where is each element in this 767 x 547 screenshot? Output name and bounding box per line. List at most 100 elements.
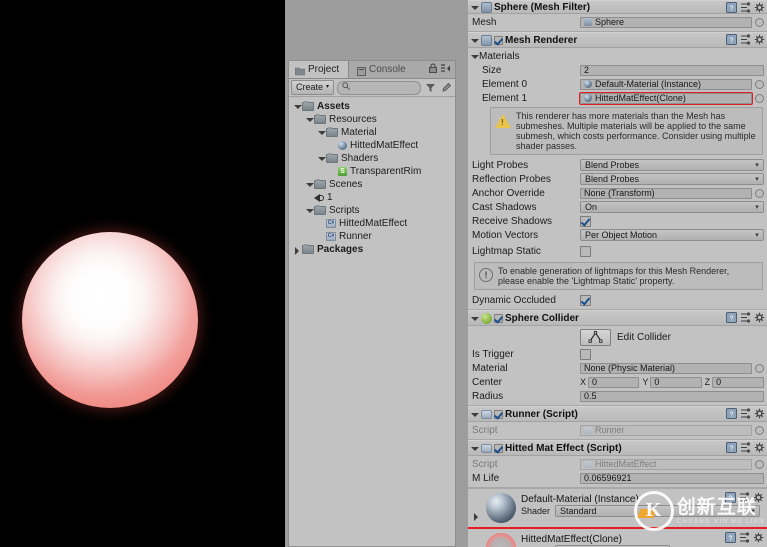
tree-item-material[interactable]: Material (289, 126, 455, 139)
anchor-override-picker-button[interactable] (755, 188, 764, 198)
help-icon[interactable]: ? (725, 532, 736, 543)
tree-item-shaders[interactable]: Shaders (289, 152, 455, 165)
element1-picker-button[interactable] (755, 93, 764, 103)
tree-item-packages[interactable]: Packages (289, 243, 455, 256)
sphere-collider-header[interactable]: Sphere Collider ? (468, 310, 767, 326)
m-life-input[interactable]: 0.06596921 (580, 472, 764, 484)
chevron-down-icon[interactable] (317, 152, 326, 165)
receive-shadows-checkbox[interactable] (580, 215, 591, 227)
size-input[interactable]: 2 (580, 64, 764, 76)
radius-input[interactable]: 0.5 (580, 390, 764, 402)
hitted-mat-effect-header[interactable]: Hitted Mat Effect (Script) ? (468, 440, 767, 456)
menu-icon[interactable] (441, 63, 452, 76)
runner-script-header[interactable]: Runner (Script) ? (468, 406, 767, 422)
mesh-renderer-enabled-checkbox[interactable] (494, 35, 503, 45)
help-icon[interactable]: ? (725, 492, 736, 503)
center-x-input[interactable]: 0 (588, 376, 640, 388)
anchor-override-object-field[interactable]: None (Transform) (580, 187, 752, 199)
chevron-down-icon[interactable] (470, 1, 479, 14)
center-y-input[interactable]: 0 (650, 376, 702, 388)
material-preview-hittedmateffect[interactable]: HittedMatEffect(Clone) Shader Effect/Tra… (468, 527, 767, 547)
physic-material-picker-button[interactable] (755, 363, 764, 373)
chevron-right-icon[interactable] (293, 243, 302, 256)
search-input[interactable] (353, 81, 416, 94)
settings-gear-icon[interactable] (754, 312, 765, 323)
settings-gear-icon[interactable] (754, 2, 765, 13)
row-edit-collider: Edit Collider (468, 327, 767, 347)
scene-view[interactable] (0, 0, 285, 547)
tree-item-hittedmateffect-material[interactable]: HittedMatEffect (289, 139, 455, 152)
hitted-mat-effect-enabled-checkbox[interactable] (494, 443, 503, 453)
preset-icon[interactable] (740, 408, 751, 419)
preset-icon[interactable] (739, 532, 750, 543)
preset-icon[interactable] (740, 442, 751, 453)
tree-item-scene-1[interactable]: 1 (289, 191, 455, 204)
tree-item-scripts[interactable]: Scripts (289, 204, 455, 217)
tree-item-assets[interactable]: Assets (289, 100, 455, 113)
help-icon[interactable]: ? (726, 34, 737, 45)
settings-gear-icon[interactable] (753, 532, 764, 543)
cast-shadows-dropdown[interactable]: On ▾ (580, 201, 764, 213)
mesh-filter-header[interactable]: Sphere (Mesh Filter) ? (468, 0, 767, 14)
settings-gear-icon[interactable] (753, 492, 764, 503)
help-icon[interactable]: ? (726, 442, 737, 453)
preset-icon[interactable] (739, 492, 750, 503)
material-preview-default[interactable]: Default-Material (Instance) Shader Stand… (468, 488, 767, 527)
element0-object-field[interactable]: Default-Material (Instance) (580, 78, 752, 90)
motion-vectors-dropdown[interactable]: Per Object Motion ▾ (580, 229, 764, 241)
mesh-picker-button[interactable] (755, 17, 764, 27)
preset-icon[interactable] (740, 34, 751, 45)
element1-object-field[interactable]: HittedMatEffect(Clone) (579, 91, 753, 105)
preset-icon[interactable] (740, 2, 751, 13)
chevron-down-icon[interactable] (305, 178, 314, 191)
chevron-down-icon[interactable] (470, 408, 479, 421)
physic-material-object-field[interactable]: None (Physic Material) (580, 362, 752, 374)
reflection-probes-dropdown[interactable]: Blend Probes ▾ (580, 173, 764, 185)
preset-icon[interactable] (740, 312, 751, 323)
tree-item-resources[interactable]: Resources (289, 113, 455, 126)
settings-gear-icon[interactable] (754, 442, 765, 453)
row-size: Size 2 (468, 63, 767, 77)
edit-collider-button[interactable] (580, 328, 611, 346)
chevron-down-icon[interactable] (317, 126, 326, 139)
sphere-collider-enabled-checkbox[interactable] (494, 313, 503, 323)
tab-console[interactable]: Console (351, 61, 413, 78)
help-icon[interactable]: ? (726, 2, 737, 13)
chevron-down-icon[interactable] (470, 442, 479, 455)
dynamic-occluded-checkbox[interactable] (580, 294, 591, 306)
tree-item-scenes[interactable]: Scenes (289, 178, 455, 191)
row-materials-foldout[interactable]: Materials (468, 49, 767, 63)
help-icon[interactable]: ? (726, 312, 737, 323)
element0-picker-button[interactable] (755, 79, 764, 89)
search-field[interactable] (337, 80, 421, 95)
chevron-down-icon[interactable] (470, 34, 479, 47)
chevron-down-icon[interactable] (293, 100, 302, 113)
lock-icon[interactable] (429, 63, 437, 76)
center-z-input[interactable]: 0 (712, 376, 764, 388)
tree-item-hittedmateffect-script[interactable]: C# HittedMatEffect (289, 217, 455, 230)
light-probes-dropdown[interactable]: Blend Probes ▾ (580, 159, 764, 171)
create-button[interactable]: Create ▾ (291, 80, 335, 95)
settings-gear-icon[interactable] (754, 34, 765, 45)
tab-project[interactable]: Project (289, 61, 349, 78)
runner-enabled-checkbox[interactable] (494, 409, 503, 419)
scene-sphere-object[interactable] (22, 232, 198, 408)
tree-item-runner-script[interactable]: C# Runner (289, 230, 455, 243)
chevron-right-icon[interactable] (472, 510, 481, 522)
is-trigger-checkbox[interactable] (580, 348, 591, 360)
chevron-down-icon[interactable] (305, 204, 314, 217)
tree-item-transparentrim-shader[interactable]: S TransparentRim (289, 165, 455, 178)
settings-gear-icon[interactable] (754, 408, 765, 419)
chevron-down-icon[interactable] (470, 312, 479, 325)
filter-by-type-icon[interactable] (424, 81, 437, 94)
help-icon[interactable]: ? (726, 408, 737, 419)
row-physic-material: Material None (Physic Material) (468, 361, 767, 375)
chevron-down-icon[interactable] (470, 50, 479, 63)
svg-text:?: ? (730, 5, 734, 12)
shader-dropdown[interactable]: Standard ▾ (555, 505, 761, 517)
filter-by-label-icon[interactable] (440, 81, 453, 94)
mesh-object-field[interactable]: Sphere (580, 16, 752, 28)
lightmap-static-checkbox[interactable] (580, 245, 591, 257)
mesh-renderer-header[interactable]: Mesh Renderer ? (468, 32, 767, 48)
chevron-down-icon[interactable] (305, 113, 314, 126)
